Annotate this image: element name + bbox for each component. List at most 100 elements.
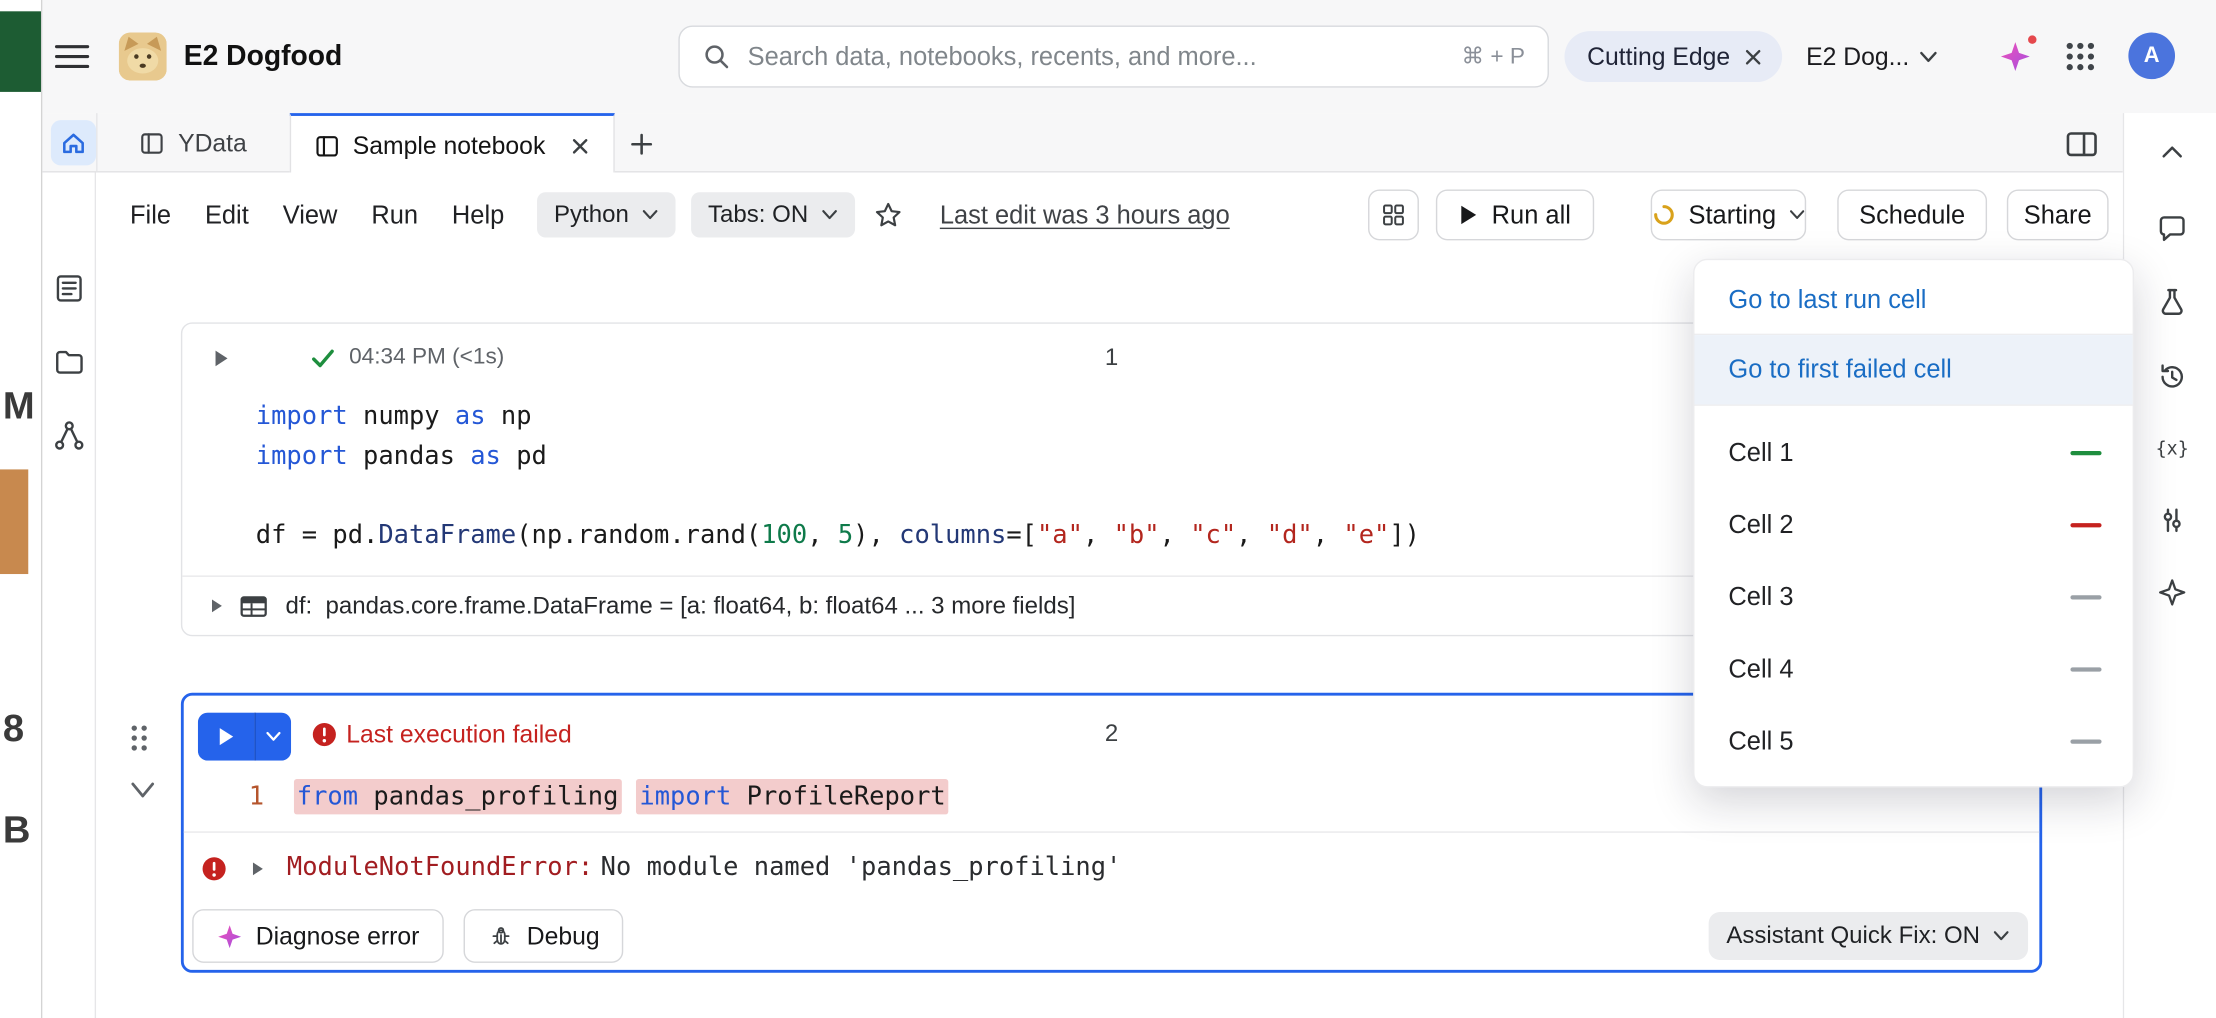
debug-button[interactable]: Debug	[463, 909, 624, 963]
settings-sliders-button[interactable]	[2155, 503, 2189, 537]
ai-sparkle-button[interactable]	[1998, 33, 2038, 77]
collapse-panel-button[interactable]	[2155, 136, 2189, 170]
cell-label: Cell 2	[1728, 510, 1794, 539]
history-button[interactable]	[2155, 359, 2189, 393]
menu-run[interactable]: Run	[371, 200, 418, 230]
left-sidebar	[42, 172, 97, 1018]
apps-grid-button[interactable]	[2063, 40, 2097, 74]
background-window-strip: M 8 B	[0, 0, 43, 1018]
tab-bar: YData Sample notebook	[42, 113, 2123, 176]
run-all-label: Run all	[1491, 200, 1571, 229]
code-token: pd	[500, 441, 547, 471]
code-token: as	[470, 441, 501, 471]
hamburger-menu-button[interactable]	[54, 41, 94, 72]
diagnose-error-button[interactable]: Diagnose error	[192, 909, 444, 963]
comments-button[interactable]	[2155, 212, 2189, 246]
cell-status-dash-none	[2070, 595, 2102, 600]
menu-file[interactable]: File	[130, 200, 171, 230]
plan-badge-label: Cutting Edge	[1587, 41, 1731, 70]
svg-text:{x}: {x}	[2156, 439, 2189, 460]
tab-sample-notebook[interactable]: Sample notebook	[289, 113, 615, 176]
plan-badge[interactable]: Cutting Edge	[1564, 31, 1783, 83]
workspace-name[interactable]: E2 Dogfood	[184, 0, 343, 113]
dropdown-cell-item[interactable]: Cell 4	[1695, 633, 2133, 705]
code-token: import	[255, 401, 348, 432]
notebook-tab-icon	[315, 135, 338, 156]
background-letter: 8	[2, 706, 25, 750]
home-button[interactable]	[50, 120, 97, 166]
code-token: "b"	[1113, 520, 1160, 551]
block-view-button[interactable]	[1368, 189, 1419, 241]
split-panel-icon	[2066, 132, 2097, 157]
sidebar-item-integrations[interactable]	[52, 419, 86, 453]
assistant-quick-fix-toggle[interactable]: Assistant Quick Fix: ON	[1707, 911, 2029, 961]
error-output: ModuleNotFoundError: No module named 'pa…	[183, 831, 2040, 902]
split-view-button[interactable]	[2063, 126, 2100, 163]
tab-label: YData	[178, 128, 247, 157]
code-snippets-button[interactable]: {x}	[2155, 431, 2189, 465]
dropdown-action-go-to-last-run-cell[interactable]: Go to last run cell	[1694, 266, 2133, 336]
expand-output-icon[interactable]	[211, 598, 224, 614]
folder-icon	[56, 350, 83, 374]
remove-badge-icon[interactable]	[1743, 46, 1764, 67]
code-token: np	[485, 401, 532, 432]
search-placeholder: Search data, notebooks, recents, and mor…	[747, 41, 1257, 70]
machine-status-button[interactable]: Starting	[1650, 189, 1807, 241]
experiments-button[interactable]	[2155, 286, 2189, 320]
last-edit-link[interactable]: Last edit was 3 hours ago	[940, 172, 1230, 257]
dataframe-icon	[240, 596, 267, 617]
notebook-tab-icon	[141, 133, 163, 154]
cell-status-dash-none	[2070, 667, 2102, 672]
code-token: import	[639, 781, 732, 812]
sidebar-item-contents[interactable]	[52, 271, 86, 305]
dropdown-cell-item[interactable]: Cell 2	[1695, 489, 2133, 561]
new-tab-button[interactable]	[622, 124, 662, 164]
close-tab-icon[interactable]	[569, 135, 590, 156]
run-all-button[interactable]: Run all	[1435, 189, 1595, 241]
menu-view[interactable]: View	[283, 200, 338, 230]
sliders-icon	[2163, 508, 2181, 533]
code-token: 5	[837, 520, 854, 551]
notebook-toolbar: File Edit View Run Help Python Tabs: ON Last…	[96, 172, 2123, 258]
search-bar[interactable]: Search data, notebooks, recents, and mor…	[678, 25, 1549, 88]
cell-action-bar: Diagnose error Debug Assistant Quick Fix…	[184, 902, 2040, 970]
chevron-down-icon	[642, 210, 658, 220]
menu-help[interactable]: Help	[452, 200, 504, 230]
menu-edit[interactable]: Edit	[205, 200, 249, 230]
drag-handle-icon[interactable]	[127, 721, 151, 755]
schema-graph-icon	[55, 421, 84, 450]
code-token: DataFrame	[378, 520, 517, 551]
schedule-button[interactable]: Schedule	[1837, 189, 1988, 241]
collapse-cell2-icon[interactable]	[130, 780, 155, 800]
screenshot-root: M8B E2 Dogfood Search data, notebooks, r…	[0, 0, 2216, 1018]
favorite-star-icon[interactable]	[872, 199, 905, 232]
code-token: from	[296, 781, 359, 812]
code-token: ])	[1389, 520, 1421, 551]
code-token: import	[255, 441, 348, 471]
cell-status-dash-none	[2070, 739, 2102, 744]
code-token: "a"	[1036, 520, 1083, 551]
dropdown-cell-item[interactable]: Cell 5	[1695, 706, 2133, 778]
status-label: Starting	[1688, 200, 1777, 229]
cell-label: Cell 1	[1728, 438, 1794, 467]
sidebar-item-files[interactable]	[52, 345, 86, 379]
tabs-toggle[interactable]: Tabs: ON	[691, 192, 855, 238]
workspace-avatar[interactable]	[118, 32, 167, 81]
dropdown-cell-item[interactable]: Cell 1	[1695, 417, 2133, 489]
kernel-selector[interactable]: Python	[537, 192, 676, 238]
user-avatar[interactable]: A	[2128, 32, 2176, 80]
dropdown-action-go-to-first-failed-cell[interactable]: Go to first failed cell	[1694, 335, 2133, 405]
sparkle-outline-icon	[2159, 579, 2186, 606]
share-button[interactable]: Share	[2006, 189, 2109, 241]
ai-assistant-button[interactable]	[2155, 575, 2189, 609]
chevron-down-icon	[822, 210, 837, 220]
diagnose-label: Diagnose error	[255, 921, 420, 950]
code-token: columns	[899, 520, 1007, 551]
tab-ydata[interactable]: YData	[116, 113, 270, 174]
code-token: "c"	[1190, 520, 1237, 551]
dropdown-cell-item[interactable]: Cell 3	[1695, 561, 2133, 633]
code-token: pandas_profiling	[358, 781, 619, 812]
workspace-switcher[interactable]: E2 Dog...	[1806, 0, 1937, 113]
expand-traceback-icon[interactable]	[252, 861, 265, 877]
code-token: pandas	[347, 441, 471, 471]
